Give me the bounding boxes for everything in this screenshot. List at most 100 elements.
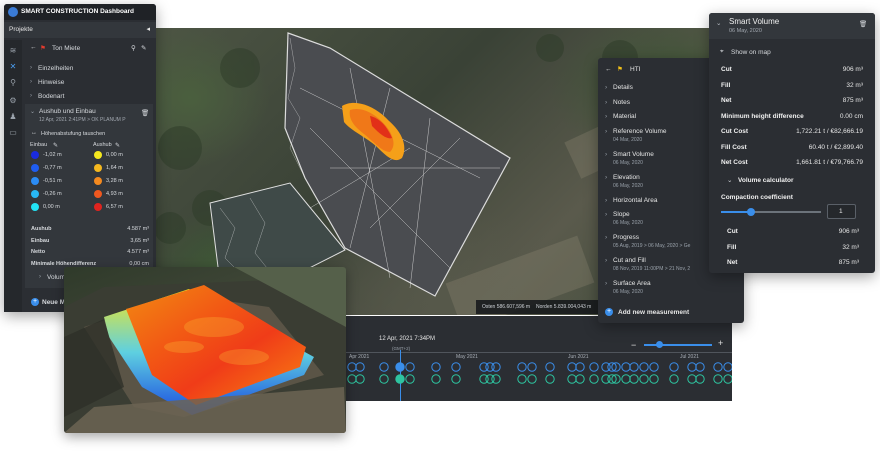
swap-icon[interactable]: ↔ [31, 130, 37, 136]
new-measurement-label[interactable]: Neue M [42, 299, 65, 306]
hti-item[interactable]: Slope [613, 211, 630, 218]
hti-item[interactable]: Progress [613, 234, 639, 241]
timeline-event-marker[interactable] [589, 374, 599, 384]
timeline-event-marker[interactable] [575, 362, 585, 372]
timeline-event-marker[interactable] [527, 374, 537, 384]
hti-item[interactable]: Surface Area [613, 280, 651, 287]
hti-item[interactable]: Material [613, 113, 636, 120]
sv-stat-label: Fill [721, 81, 731, 89]
edit-icon[interactable]: ✎ [141, 44, 146, 52]
timeline-event-marker[interactable] [713, 374, 723, 384]
hti-item[interactable]: Cut and Fill [613, 257, 646, 264]
timeline-event-marker[interactable] [695, 362, 705, 372]
collapse-icon[interactable]: ◂ [146, 25, 150, 33]
timeline-event-marker[interactable] [687, 362, 697, 372]
timeline-event-marker[interactable] [629, 362, 639, 372]
hti-item[interactable]: Horizontal Area [613, 197, 657, 204]
add-icon[interactable]: + [31, 298, 39, 306]
compaction-slider-thumb[interactable] [747, 208, 755, 216]
network-icon[interactable]: ⚲ [8, 78, 18, 88]
timeline-event-marker[interactable] [355, 374, 365, 384]
timeline-event-marker[interactable] [639, 374, 649, 384]
compaction-input[interactable]: 1 [827, 204, 856, 219]
timeline-event-marker[interactable] [695, 374, 705, 384]
timeline-event-marker[interactable] [347, 362, 357, 372]
timeline-event-marker[interactable] [451, 362, 461, 372]
show-on-map-toggle[interactable]: Show on map [731, 49, 771, 56]
back-icon[interactable]: ← [605, 66, 612, 73]
timeline-event-marker[interactable] [527, 362, 537, 372]
volumen-label[interactable]: Volum [47, 274, 65, 281]
timeline-event-marker[interactable] [723, 362, 732, 372]
timeline-event-marker[interactable] [575, 374, 585, 384]
hti-item[interactable]: Elevation [613, 174, 640, 181]
layers-icon[interactable]: ≋ [8, 46, 18, 56]
zoom-in-button[interactable]: + [718, 338, 723, 348]
zoom-out-button[interactable]: − [631, 340, 636, 350]
trash-icon[interactable]: 🗑 [859, 20, 867, 28]
timeline-event-marker[interactable] [451, 374, 461, 384]
add-measurement-button[interactable]: Add new measurement [618, 309, 689, 316]
timeline-event-marker[interactable] [491, 362, 501, 372]
hti-item[interactable]: Reference Volume [613, 128, 666, 135]
timeline-event-marker[interactable] [649, 362, 659, 372]
collapse-chevron-icon[interactable]: ⌄ [716, 19, 721, 27]
timeline-event-marker[interactable] [395, 362, 405, 372]
timeline-event-marker[interactable] [379, 374, 389, 384]
timeline-event-marker[interactable] [723, 374, 732, 384]
timeline-event-marker[interactable] [545, 374, 555, 384]
timeline-event-marker[interactable] [395, 374, 405, 384]
settings-icon[interactable]: ⚙ [8, 96, 18, 106]
timeline-events[interactable] [344, 360, 732, 400]
section-hinweise[interactable]: Hinweise [38, 79, 64, 86]
3d-heatmap-view [64, 267, 346, 433]
timeline-event-marker[interactable] [589, 362, 599, 372]
zoom-icon[interactable]: ⚲ [131, 44, 136, 52]
hti-item[interactable]: Details [613, 84, 633, 91]
timeline-event-marker[interactable] [347, 374, 357, 384]
back-icon[interactable]: ← [30, 44, 37, 51]
expand-chevron-icon[interactable]: ⌄ [30, 108, 35, 115]
calculator-chevron-icon[interactable]: ⌄ [727, 176, 732, 184]
hti-item[interactable]: Notes [613, 99, 630, 106]
timeline-event-marker[interactable] [405, 374, 415, 384]
zoom-slider[interactable] [644, 344, 712, 346]
timeline-event-marker[interactable] [639, 362, 649, 372]
compaction-slider[interactable] [721, 208, 821, 216]
timeline-event-marker[interactable] [355, 362, 365, 372]
timeline-event-marker[interactable] [713, 362, 723, 372]
timeline-event-marker[interactable] [669, 374, 679, 384]
timeline-event-marker[interactable] [431, 362, 441, 372]
timeline-event-marker[interactable] [669, 362, 679, 372]
timeline-event-marker[interactable] [567, 362, 577, 372]
trash-icon[interactable]: 🗑 [141, 109, 149, 117]
timeline-event-marker[interactable] [629, 374, 639, 384]
timeline-event-marker[interactable] [649, 374, 659, 384]
timeline-event-marker[interactable] [687, 374, 697, 384]
einbau-value: -0,77 m [43, 165, 62, 171]
timeline-event-marker[interactable] [491, 374, 501, 384]
people-icon[interactable]: ♟ [8, 112, 18, 122]
timeline-event-marker[interactable] [431, 374, 441, 384]
timeline-event-marker[interactable] [567, 374, 577, 384]
section-einzelheiten[interactable]: Einzelheiten [38, 65, 73, 72]
projects-bar[interactable]: Projekte ◂ [4, 22, 156, 38]
timeline-event-marker[interactable] [379, 362, 389, 372]
folder-icon[interactable]: ▭ [8, 128, 18, 138]
tools-icon[interactable]: ✕ [8, 62, 18, 72]
timeline-event-marker[interactable] [621, 374, 631, 384]
einbau-edit-icon[interactable]: ✎ [53, 142, 58, 149]
aushub-edit-icon[interactable]: ✎ [115, 142, 120, 149]
timeline[interactable]: 12 Apr, 2021 7:34PM (GMT+2) − + Apr 2021… [344, 316, 732, 401]
add-icon[interactable]: + [605, 308, 613, 316]
zoom-slider-thumb[interactable] [656, 341, 663, 348]
hti-item[interactable]: Smart Volume [613, 151, 654, 158]
timeline-event-marker[interactable] [621, 362, 631, 372]
timeline-event-marker[interactable] [517, 374, 527, 384]
section-bodenart[interactable]: Bodenart [38, 93, 64, 100]
timeline-event-marker[interactable] [517, 362, 527, 372]
timeline-event-marker[interactable] [405, 362, 415, 372]
swap-label[interactable]: Höhenabstufung tauschen [41, 131, 105, 137]
timeline-event-marker[interactable] [545, 362, 555, 372]
measurement-card[interactable]: ⌄ Aushub und Einbau 🗑 12 Apr, 2021 2:41P… [25, 104, 153, 288]
